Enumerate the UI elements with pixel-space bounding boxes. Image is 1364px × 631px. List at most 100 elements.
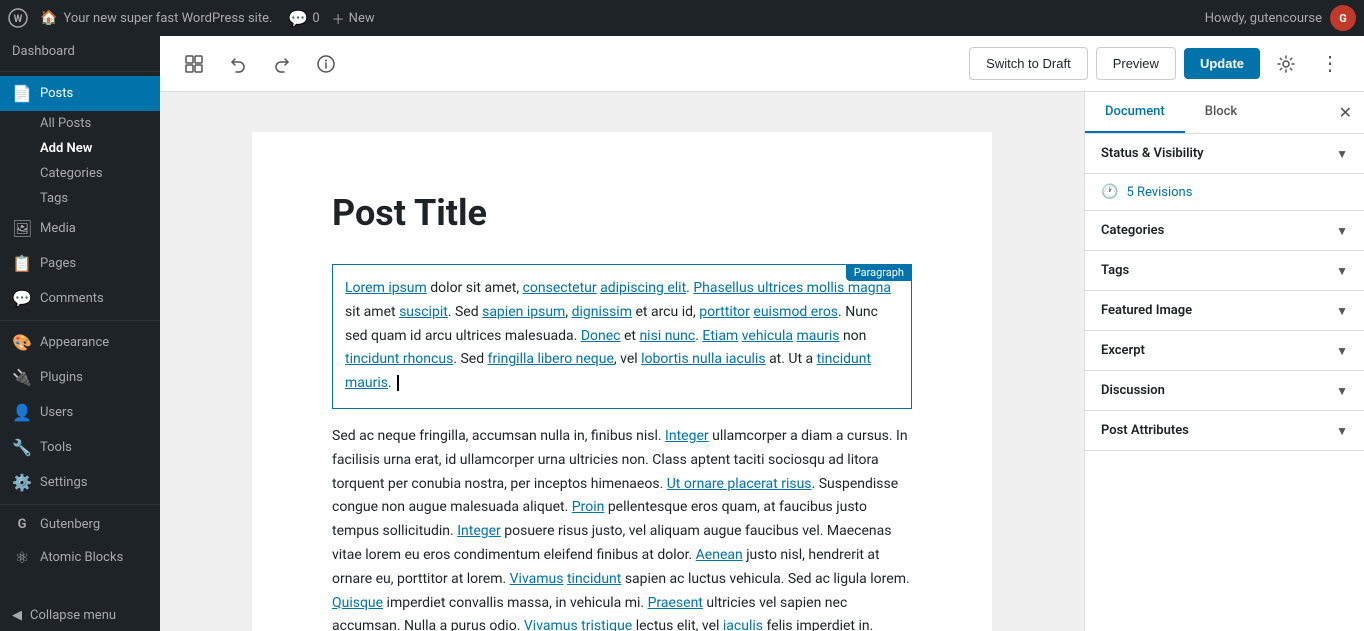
- collapse-menu[interactable]: ◀ Collapse menu: [0, 600, 160, 631]
- admin-bar-site[interactable]: 🏠 Your new super fast WordPress site.: [40, 10, 272, 26]
- sidebar-item-settings[interactable]: ⚙️ Settings: [0, 465, 160, 500]
- featured-image-arrow-icon: ▼: [1336, 304, 1348, 318]
- editor-canvas: Paragraph Lorem ipsum dolor sit amet, co…: [252, 132, 992, 631]
- featured-image-section[interactable]: Featured Image ▼: [1085, 291, 1364, 331]
- discussion-arrow-icon: ▼: [1336, 384, 1348, 398]
- content-area: Paragraph Lorem ipsum dolor sit amet, co…: [160, 92, 1084, 631]
- more-options-button[interactable]: ⋮: [1312, 46, 1348, 82]
- post-attributes-arrow-icon: ▼: [1336, 424, 1348, 438]
- undo-icon: [229, 55, 247, 73]
- sidebar-item-categories[interactable]: Categories: [0, 161, 160, 186]
- settings-icon: ⚙️: [12, 473, 32, 492]
- comments-count: 0: [312, 11, 319, 26]
- sidebar-item-tools[interactable]: 🔧 Tools: [0, 430, 160, 465]
- sidebar-item-tags[interactable]: Tags: [0, 186, 160, 211]
- sidebar-item-users[interactable]: 👤 Users: [0, 395, 160, 430]
- categories-section[interactable]: Categories ▼: [1085, 211, 1364, 251]
- tools-icon: 🔧: [12, 438, 32, 457]
- admin-bar-new[interactable]: ＋ New: [332, 9, 375, 28]
- redo-icon: [273, 55, 291, 73]
- sidebar-item-media[interactable]: 🖼 Media: [0, 211, 160, 246]
- switch-to-draft-button[interactable]: Switch to Draft: [969, 47, 1088, 80]
- sidebar-label-tools: Tools: [40, 440, 72, 455]
- tab-block[interactable]: Block: [1185, 92, 1257, 133]
- block-type-tag: Paragraph: [846, 264, 912, 281]
- sidebar-label-atomic-blocks: Atomic Blocks: [40, 550, 123, 565]
- paragraph-text-2: Sed ac neque fringilla, accumsan nulla i…: [332, 425, 912, 631]
- undo-button[interactable]: [220, 46, 256, 82]
- post-attributes-title: Post Attributes: [1101, 423, 1189, 438]
- sidebar-item-atomic-blocks[interactable]: ⚛ Atomic Blocks: [0, 540, 160, 575]
- sidebar-label-pages: Pages: [40, 256, 76, 271]
- paragraph-block-selected[interactable]: Paragraph Lorem ipsum dolor sit amet, co…: [332, 264, 912, 409]
- excerpt-section[interactable]: Excerpt ▼: [1085, 331, 1364, 371]
- gutenberg-icon: G: [12, 517, 32, 532]
- admin-bar-howdy: Howdy, gutencourse G: [1205, 5, 1356, 31]
- separator3: [0, 504, 160, 505]
- toolbar-left: [176, 46, 344, 82]
- posts-icon: 📄: [12, 84, 32, 103]
- users-icon: 👤: [12, 403, 32, 422]
- sidebar-label-plugins: Plugins: [40, 370, 83, 385]
- update-button[interactable]: Update: [1184, 48, 1260, 79]
- atomic-blocks-icon: ⚛: [12, 548, 32, 567]
- sidebar-label-users: Users: [40, 405, 73, 420]
- sidebar-item-all-posts[interactable]: All Posts: [0, 111, 160, 136]
- status-visibility-arrow-icon: ▼: [1336, 147, 1348, 161]
- featured-image-title: Featured Image: [1101, 303, 1192, 318]
- sidebar-item-appearance[interactable]: 🎨 Appearance: [0, 325, 160, 360]
- sidebar-item-plugins[interactable]: 🔌 Plugins: [0, 360, 160, 395]
- tags-section[interactable]: Tags ▼: [1085, 251, 1364, 291]
- plugins-icon: 🔌: [12, 368, 32, 387]
- info-button[interactable]: [308, 46, 344, 82]
- panel-content: Status & Visibility ▼ 🕐 5 Revisions Cate…: [1085, 134, 1364, 631]
- sidebar-item-add-new[interactable]: Add New: [0, 136, 160, 161]
- info-icon: [317, 55, 335, 73]
- collapse-icon: ◀: [12, 608, 22, 623]
- paragraph-block-2: Sed ac neque fringilla, accumsan nulla i…: [332, 425, 912, 631]
- discussion-title: Discussion: [1101, 383, 1165, 398]
- new-label: New: [349, 11, 375, 26]
- sidebar-item-gutenberg[interactable]: G Gutenberg: [0, 509, 160, 540]
- svg-text:W: W: [14, 14, 23, 25]
- panel-tabs: Document Block ✕: [1085, 92, 1364, 134]
- close-panel-button[interactable]: ✕: [1327, 95, 1364, 130]
- sidebar-label-posts: Posts: [40, 86, 73, 101]
- sidebar-item-comments[interactable]: 💬 Comments: [0, 281, 160, 316]
- comment-bubble-icon: 💬: [288, 9, 308, 28]
- collapse-label: Collapse menu: [30, 608, 116, 623]
- media-icon: 🖼: [12, 219, 32, 238]
- settings-button[interactable]: [1268, 46, 1304, 82]
- sidebar-label-appearance: Appearance: [40, 335, 109, 350]
- post-title-input[interactable]: [332, 192, 912, 234]
- editor-body: Paragraph Lorem ipsum dolor sit amet, co…: [160, 92, 1364, 631]
- post-attributes-section[interactable]: Post Attributes ▼: [1085, 411, 1364, 451]
- preview-button[interactable]: Preview: [1096, 47, 1176, 80]
- tab-document[interactable]: Document: [1085, 92, 1185, 133]
- tags-title: Tags: [1101, 263, 1129, 278]
- layout: Dashboard 📄 Posts All Posts Add New Cate…: [0, 36, 1364, 631]
- separator2: [0, 320, 160, 321]
- add-block-button[interactable]: [176, 46, 212, 82]
- avatar: G: [1330, 5, 1356, 31]
- admin-bar-comments[interactable]: 💬 0: [288, 9, 319, 28]
- excerpt-arrow-icon: ▼: [1336, 344, 1348, 358]
- sidebar: Dashboard 📄 Posts All Posts Add New Cate…: [0, 36, 160, 631]
- sidebar-item-dashboard[interactable]: Dashboard: [0, 36, 160, 67]
- wp-logo-icon[interactable]: W: [8, 8, 28, 28]
- sidebar-item-pages[interactable]: 📋 Pages: [0, 246, 160, 281]
- sidebar-label-media: Media: [40, 221, 76, 236]
- appearance-icon: 🎨: [12, 333, 32, 352]
- sidebar-item-posts[interactable]: 📄 Posts: [0, 76, 160, 111]
- categories-title: Categories: [1101, 223, 1164, 238]
- tags-arrow-icon: ▼: [1336, 264, 1348, 278]
- revisions-section[interactable]: 🕐 5 Revisions: [1085, 174, 1364, 211]
- status-visibility-title: Status & Visibility: [1101, 146, 1204, 161]
- separator: [0, 71, 160, 72]
- sidebar-label-settings: Settings: [40, 475, 87, 490]
- status-visibility-section[interactable]: Status & Visibility ▼: [1085, 134, 1364, 174]
- discussion-section[interactable]: Discussion ▼: [1085, 371, 1364, 411]
- revisions-link[interactable]: 5 Revisions: [1126, 185, 1192, 200]
- redo-button[interactable]: [264, 46, 300, 82]
- howdy-text: Howdy, gutencourse: [1205, 11, 1322, 26]
